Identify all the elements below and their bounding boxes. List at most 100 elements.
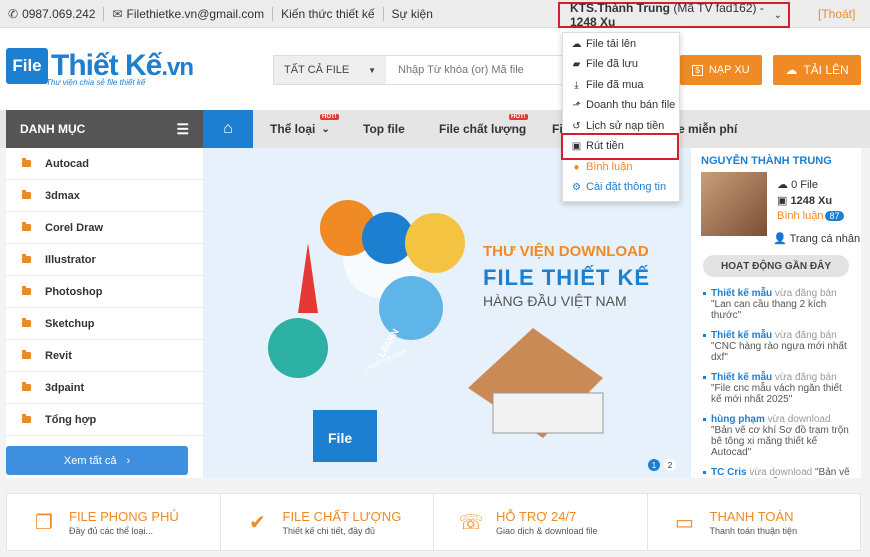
cloud-upload-icon: ☁ xyxy=(571,38,582,50)
link-knowledge[interactable]: Kiến thức thiết kế xyxy=(273,0,382,28)
upload-label: TẢI LÊN xyxy=(803,63,849,77)
banner-line-3: HÀNG ĐẦU VIỆT NAM xyxy=(483,293,627,309)
topup-button[interactable]: $ NẠP XU xyxy=(680,55,762,85)
chevron-right-icon: › xyxy=(126,454,131,467)
xu-count: 1248 Xu xyxy=(790,195,833,207)
member-id: (Mã TV fad162) xyxy=(673,1,757,15)
slide-pagination: 1 2 xyxy=(648,459,676,471)
nav-genre[interactable]: Thể loại ⌄ HOT! xyxy=(270,110,339,148)
feature-title: THANH TOÁN xyxy=(709,508,794,524)
activity-user: Thiết kế mẫu xyxy=(711,288,773,299)
header: File Thiết Kế.vn Thư viện chia sẻ file t… xyxy=(0,28,870,110)
folder-icon xyxy=(22,158,31,167)
comments-label: Bình luận xyxy=(777,210,824,222)
check-badge-icon: ✔ xyxy=(249,511,266,534)
history-icon: ↺ xyxy=(572,120,581,132)
menu-item-comments[interactable]: ● Bình luận xyxy=(571,161,632,173)
see-all-button[interactable]: Xem tất cả › xyxy=(6,446,188,475)
activity-list: Thiết kế mẫu vừa đăng bán "Lan can cầu t… xyxy=(703,288,853,478)
activity-action: vừa đăng bán xyxy=(774,372,837,383)
category-label: Autocad xyxy=(45,157,89,170)
phone-icon: ✆ xyxy=(8,6,19,21)
gear-icon: ⚙ xyxy=(572,181,581,193)
activity-user: Thiết kế mẫu xyxy=(711,330,773,341)
user-summary: KTS.Thành Trung (Mã TV fad162) - 1248 Xu xyxy=(570,1,764,29)
slide-dot-2[interactable]: 2 xyxy=(664,459,676,471)
home-button[interactable]: ⌂ xyxy=(203,110,253,148)
envelope-icon: ✉ xyxy=(112,6,123,21)
category-label: Illustrator xyxy=(45,253,96,266)
category-photoshop[interactable]: Photoshop xyxy=(6,276,203,308)
nav-quality-label: File chất lượng xyxy=(439,122,527,136)
withdraw-highlight xyxy=(561,133,679,160)
comments-stat[interactable]: Bình luận 87 xyxy=(777,210,844,222)
files-count: 0 File xyxy=(791,179,818,191)
profile-link-label: Trang cá nhân xyxy=(789,233,861,245)
list-item[interactable]: hùng phạm vừa download "Bản vẽ cơ khí Sơ… xyxy=(703,414,853,458)
feature-subtitle: Thiết kế chi tiết, đầy đủ xyxy=(282,525,376,536)
search-category-select[interactable]: TẤT CẢ FILE ▼ xyxy=(274,56,386,84)
avatar[interactable] xyxy=(701,172,767,236)
support-24h-icon: ☏ xyxy=(458,511,484,534)
category-autocad[interactable]: Autocad xyxy=(6,148,203,180)
profile-panel: NGUYỄN THÀNH TRUNG ☁ 0 File ▣ 1248 Xu Bì… xyxy=(691,148,861,478)
logout-link[interactable]: [Thoát] xyxy=(818,7,855,21)
slide-dot-1[interactable]: 1 xyxy=(648,459,660,471)
user-menu-toggle[interactable]: KTS.Thành Trung (Mã TV fad162) - 1248 Xu… xyxy=(558,1,790,29)
category-menu-toggle[interactable]: DANH MỤC ☰ xyxy=(6,110,203,148)
category-label: Corel Draw xyxy=(45,221,104,234)
features-bar: ❐ FILE PHONG PHÚ Đầy đủ các thể loại... ✔… xyxy=(6,493,861,551)
profile-link[interactable]: 👤 Trang cá nhân xyxy=(773,232,860,245)
phone-contact[interactable]: ✆ 0987.069.242 xyxy=(0,0,103,28)
email-contact[interactable]: ✉ Filethietke.vn@gmail.com xyxy=(104,0,272,28)
category-3dmax[interactable]: 3dmax xyxy=(6,180,203,212)
list-item[interactable]: Thiết kế mẫu vừa đăng bán "CNC hàng rào … xyxy=(703,330,853,363)
bulb-badge xyxy=(405,213,465,273)
menu-item-uploaded-files[interactable]: ☁ File tải lên xyxy=(571,38,637,50)
chevron-down-icon: ⌄ xyxy=(773,9,782,21)
logo-tagline: Thư viện chia sẻ file thiết kế xyxy=(46,78,146,87)
activity-user: hùng phạm xyxy=(711,414,765,425)
caret-down-icon: ▼ xyxy=(368,65,376,75)
nav-free-file[interactable]: e miễn phí xyxy=(678,110,737,148)
nav-quality-file[interactable]: File chất lượng HOT! xyxy=(439,110,528,148)
category-revit[interactable]: Revit xyxy=(6,340,203,372)
activity-file: "Lan can cầu thang 2 kích thước" xyxy=(711,299,827,321)
category-corel-draw[interactable]: Corel Draw xyxy=(6,212,203,244)
list-item[interactable]: Thiết kế mẫu vừa đăng bán "File cnc mẫu … xyxy=(703,372,853,405)
menu-item-bought-files[interactable]: ⤓ File đã mua xyxy=(571,79,643,91)
topup-label: NẠP XU xyxy=(708,64,750,76)
category-sketchup[interactable]: Sketchup xyxy=(6,308,203,340)
category-label: Revit xyxy=(45,349,72,362)
category-general[interactable]: Tổng hợp xyxy=(6,404,203,436)
menu-item-topup-history[interactable]: ↺ Lịch sử nạp tiền xyxy=(571,120,664,132)
category-illustrator[interactable]: Illustrator xyxy=(6,244,203,276)
menu-item-label: File đã mua xyxy=(586,79,644,91)
logo-suffix: .vn xyxy=(161,54,194,81)
category-3dpaint[interactable]: 3dpaint xyxy=(6,372,203,404)
menu-item-saved-files[interactable]: ▰ File đã lưu xyxy=(571,58,638,70)
folder-icon xyxy=(22,350,31,359)
phone-number: 0987.069.242 xyxy=(22,6,96,21)
link-events[interactable]: Sự kiện xyxy=(384,0,441,28)
upload-button[interactable]: ☁ TẢI LÊN xyxy=(773,55,861,85)
activity-action: vừa đăng bán xyxy=(774,288,837,299)
home-icon: ⌂ xyxy=(223,120,233,137)
menu-item-label: Lịch sử nạp tiền xyxy=(586,120,665,132)
category-label: Tổng hợp xyxy=(45,413,97,426)
list-item[interactable]: TC Cris vừa download "Bản vẽ thiết kế cá… xyxy=(703,467,853,478)
feature-quality: ✔ FILE CHẤT LƯỢNG Thiết kế chi tiết, đầy … xyxy=(221,494,434,550)
search-category-value: TẤT CẢ FILE xyxy=(284,64,350,76)
user-dropdown-menu: ☁ File tải lên ▰ File đã lưu ⤓ File đã mua … xyxy=(562,32,680,202)
list-item[interactable]: Thiết kế mẫu vừa đăng bán "Lan can cầu t… xyxy=(703,288,853,321)
money-icon: $ xyxy=(692,64,703,76)
feature-support: ☏ HỖ TRỢ 24/7 Giao dịch & download file xyxy=(434,494,648,550)
menu-item-label: File đã lưu xyxy=(586,58,638,70)
chart-icon: ⬏ xyxy=(572,99,581,111)
menu-item-revenue[interactable]: ⬏ Doanh thu bán file xyxy=(571,99,675,111)
feature-title: HỖ TRỢ 24/7 xyxy=(496,508,577,524)
xu-stat: ▣ 1248 Xu xyxy=(777,194,832,207)
activity-action: vừa download xyxy=(749,467,813,478)
menu-item-settings[interactable]: ⚙ Cài đặt thông tin xyxy=(571,181,666,193)
nav-top-file[interactable]: Top file xyxy=(363,110,405,148)
